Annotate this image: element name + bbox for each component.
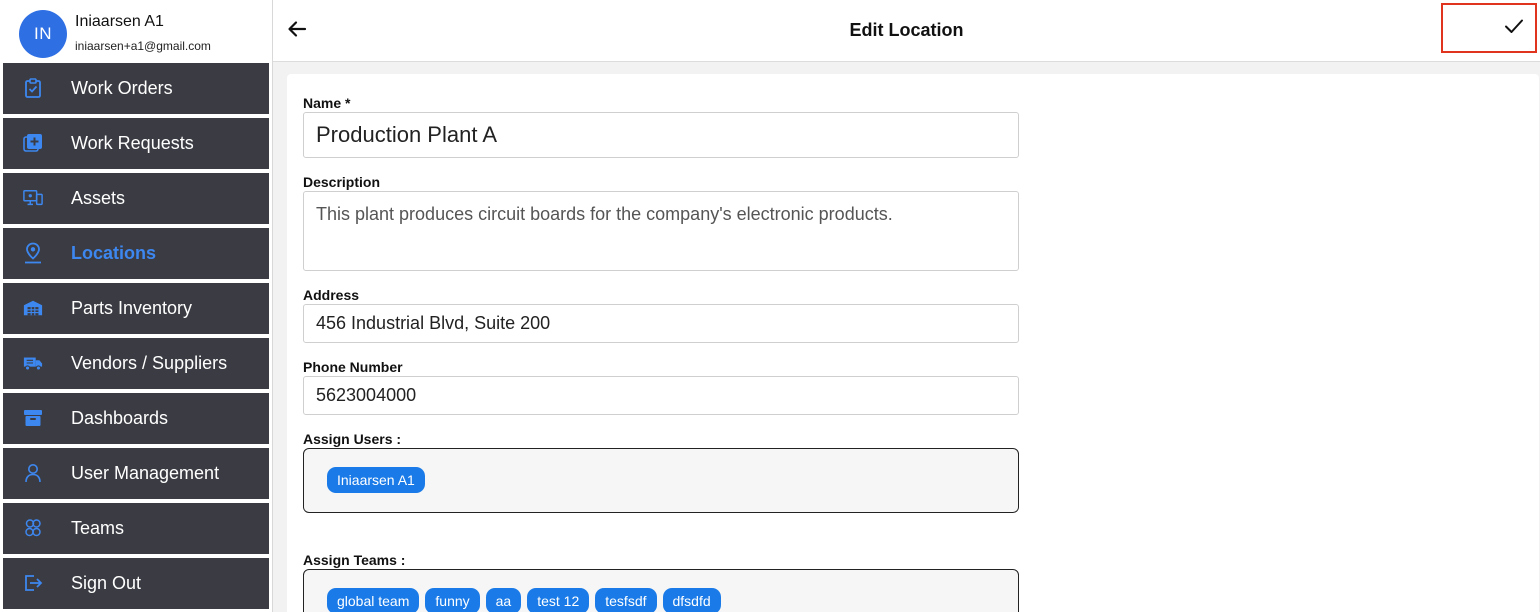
name-label: Name * <box>303 95 351 111</box>
clipboard-check-icon <box>23 78 43 98</box>
description-label: Description <box>303 174 381 190</box>
profile-name: Iniaarsen A1 <box>75 13 164 30</box>
sidebar-nav: Work Orders Work Requests Assets Locatio… <box>3 63 269 612</box>
team-chip[interactable]: tesfsdf <box>595 588 657 612</box>
sidebar-item-assets[interactable]: Assets <box>3 173 269 224</box>
sidebar: IN Iniaarsen A1 iniaarsen+a1@gmail.com W… <box>0 0 273 612</box>
sidebar-item-work-requests[interactable]: Work Requests <box>3 118 269 169</box>
avatar: IN <box>19 10 67 58</box>
team-chip[interactable]: dfsdfd <box>662 588 721 612</box>
user-icon <box>23 463 43 483</box>
name-input[interactable]: Production Plant A <box>303 112 1019 158</box>
team-chip[interactable]: global team <box>327 588 420 612</box>
assign-users-label: Assign Users : <box>303 431 402 447</box>
page-title: Edit Location <box>849 20 964 40</box>
name-input-value: Production Plant A <box>316 122 498 147</box>
sidebar-item-parts-inventory[interactable]: Parts Inventory <box>3 283 269 334</box>
app-root: IN Iniaarsen A1 iniaarsen+a1@gmail.com W… <box>0 0 1540 612</box>
map-pin-icon <box>23 242 43 264</box>
sidebar-item-label: Assets <box>71 188 126 208</box>
sidebar-item-label: Vendors / Suppliers <box>71 353 228 373</box>
sidebar-item-label: Dashboards <box>71 408 169 428</box>
location-form: Name * Production Plant A Description Th… <box>287 74 1539 612</box>
page-header: Edit Location <box>273 0 1540 62</box>
phone-value: 5623004000 <box>316 385 417 405</box>
sidebar-item-work-orders[interactable]: Work Orders <box>3 63 269 114</box>
assign-users-field[interactable]: Iniaarsen A1 <box>303 448 1019 513</box>
sidebar-item-locations[interactable]: Locations <box>3 228 269 279</box>
team-chip[interactable]: aa <box>485 588 522 612</box>
address-input[interactable]: 456 Industrial Blvd, Suite 200 <box>303 304 1019 343</box>
monitor-icon <box>23 188 43 208</box>
sidebar-item-teams[interactable]: Teams <box>3 503 269 554</box>
sidebar-item-label: Work Orders <box>71 78 173 98</box>
user-profile[interactable]: IN Iniaarsen A1 iniaarsen+a1@gmail.com <box>0 0 272 62</box>
main-content: Name * Production Plant A Description Th… <box>273 62 1540 612</box>
sidebar-item-label: Parts Inventory <box>71 298 193 318</box>
sidebar-item-label: User Management <box>71 463 220 483</box>
sidebar-item-label: Teams <box>71 518 125 538</box>
checkmark-icon <box>1503 17 1525 40</box>
plus-square-icon <box>23 133 43 153</box>
sidebar-item-sign-out[interactable]: Sign Out <box>3 558 269 609</box>
sidebar-item-vendors-suppliers[interactable]: Vendors / Suppliers <box>3 338 269 389</box>
assign-teams-field[interactable]: global team funny aa test 12 tesfsdf dfsdfd <box>303 569 1019 612</box>
description-value: This plant produces circuit boards for t… <box>316 204 893 224</box>
address-value: 456 Industrial Blvd, Suite 200 <box>316 313 551 333</box>
team-chip[interactable]: funny <box>425 588 480 612</box>
sidebar-item-label: Work Requests <box>71 133 194 153</box>
address-label: Address <box>303 287 360 303</box>
sign-out-icon <box>23 573 43 593</box>
save-button[interactable] <box>1441 3 1537 53</box>
profile-email: iniaarsen+a1@gmail.com <box>75 39 211 53</box>
warehouse-icon <box>23 298 43 318</box>
team-icon <box>23 518 43 538</box>
archive-box-icon <box>23 408 43 428</box>
description-textarea[interactable]: This plant produces circuit boards for t… <box>303 191 1019 271</box>
phone-input[interactable]: 5623004000 <box>303 376 1019 415</box>
sidebar-item-user-management[interactable]: User Management <box>3 448 269 499</box>
user-chip[interactable]: Iniaarsen A1 <box>327 467 425 493</box>
sidebar-item-label: Locations <box>71 243 157 263</box>
phone-label: Phone Number <box>303 359 403 375</box>
sidebar-item-label: Sign Out <box>71 573 142 593</box>
sidebar-item-dashboards[interactable]: Dashboards <box>3 393 269 444</box>
assign-teams-label: Assign Teams : <box>303 552 406 568</box>
truck-icon <box>23 353 43 373</box>
team-chip[interactable]: test 12 <box>527 588 590 612</box>
